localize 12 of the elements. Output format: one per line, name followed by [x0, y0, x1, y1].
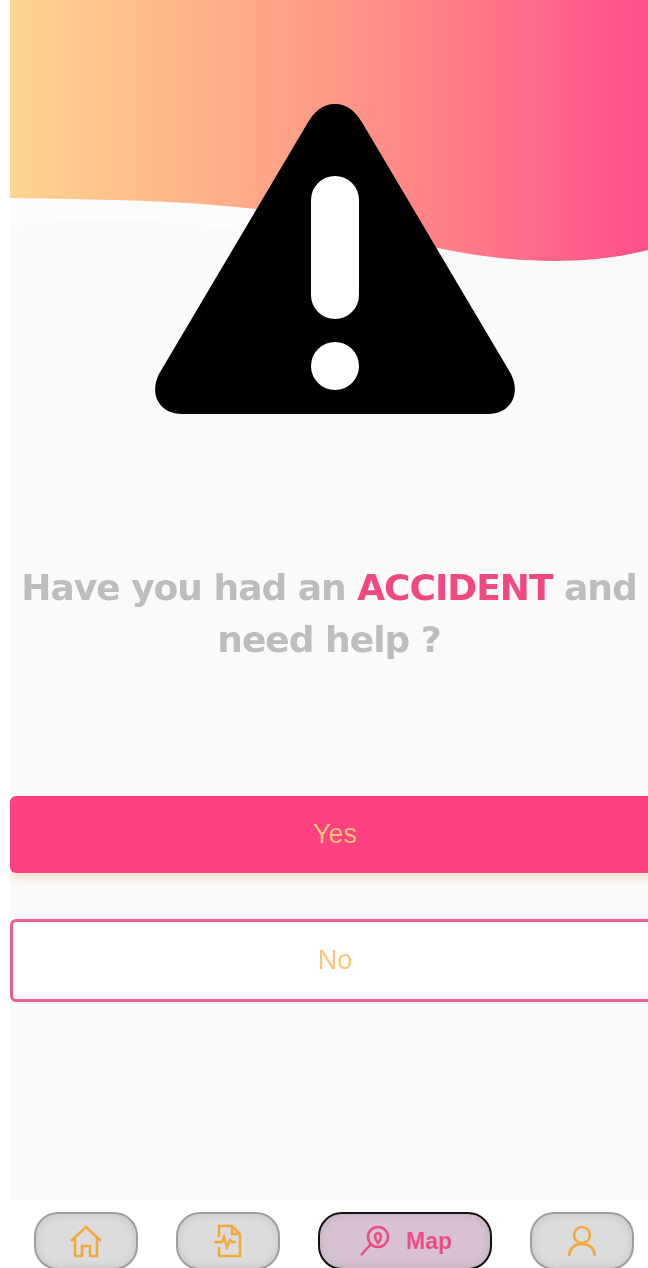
- report-tab[interactable]: [176, 1212, 280, 1268]
- accident-question: Have you had an ACCIDENT and need help ?: [20, 566, 638, 662]
- search-location-icon: [358, 1224, 392, 1258]
- yes-button[interactable]: Yes: [10, 796, 648, 873]
- profile-tab[interactable]: [530, 1212, 634, 1268]
- no-button[interactable]: No: [10, 919, 648, 1002]
- home-icon: [68, 1224, 104, 1258]
- warning-icon: [153, 104, 517, 414]
- document-pulse-icon: [212, 1223, 244, 1259]
- person-icon: [567, 1225, 597, 1257]
- home-tab[interactable]: [34, 1212, 138, 1268]
- map-tab[interactable]: Map: [318, 1212, 492, 1268]
